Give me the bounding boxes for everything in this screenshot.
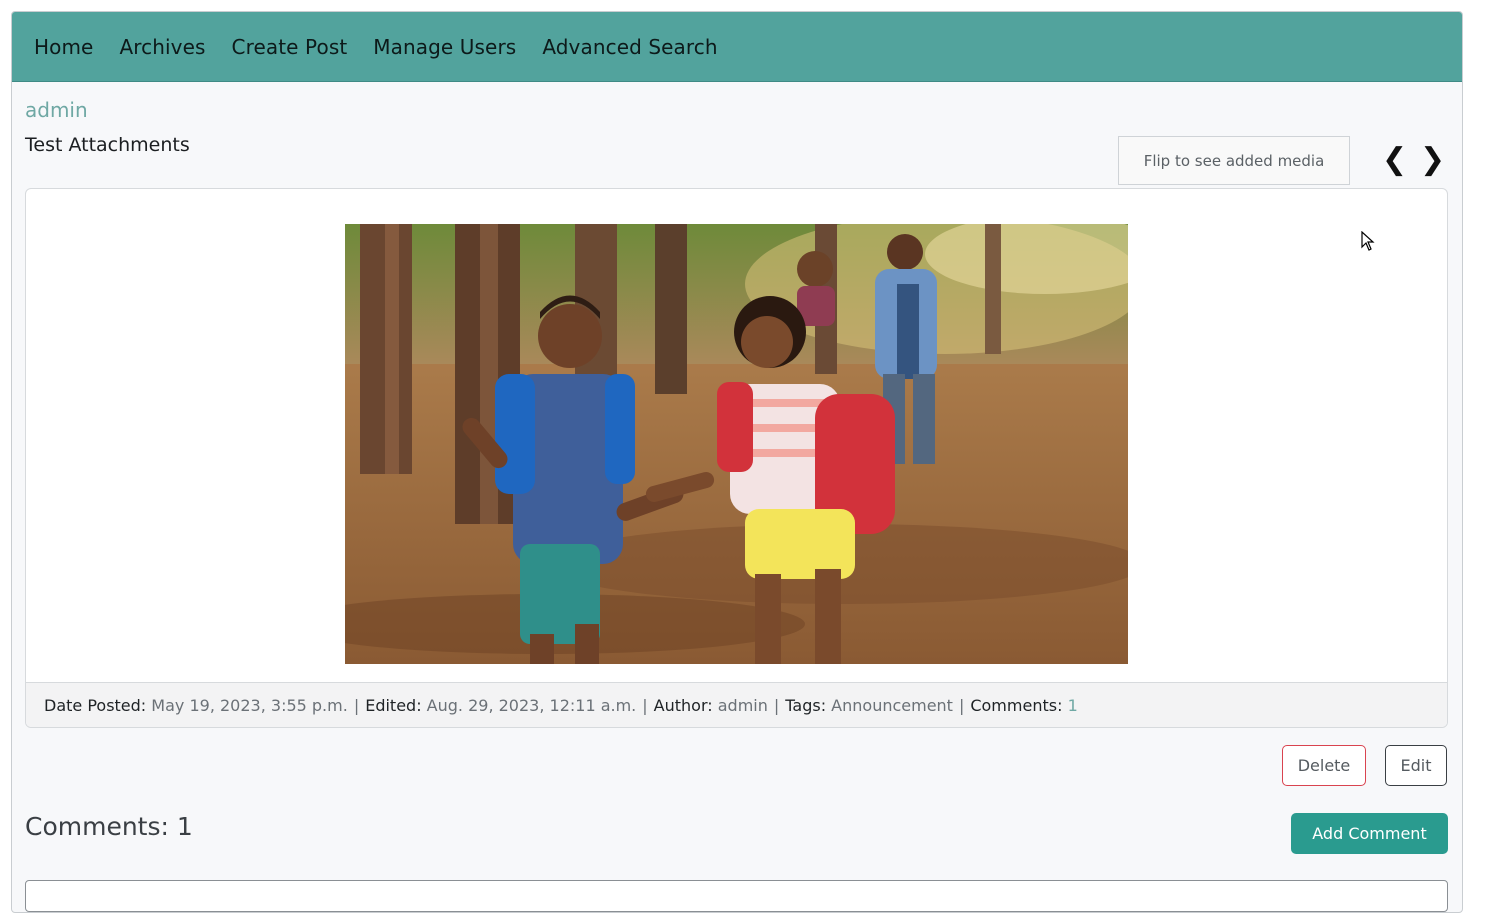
add-comment-button[interactable]: Add Comment (1291, 813, 1448, 854)
meta-author-link[interactable]: admin (718, 696, 768, 715)
edit-button[interactable]: Edit (1385, 745, 1447, 786)
comments-heading: Comments: 1 (25, 812, 193, 841)
nav-advanced-search[interactable]: Advanced Search (542, 35, 717, 59)
edited-value: Aug. 29, 2023, 12:11 a.m. (426, 695, 637, 715)
edited-label: Edited: (365, 695, 422, 715)
post-card: Date Posted: May 19, 2023, 3:55 p.m. | E… (25, 188, 1448, 728)
mouse-cursor-icon (1361, 230, 1375, 255)
date-posted-value: May 19, 2023, 3:55 p.m. (151, 695, 348, 715)
comments-count: 1 (1067, 695, 1078, 715)
chevron-right-icon[interactable]: ❯ (1420, 142, 1445, 178)
meta-separator: | (642, 695, 648, 715)
author-label: Author: (653, 695, 713, 715)
comments-label: Comments: (970, 695, 1063, 715)
tag-link-announcement[interactable]: Announcement (831, 696, 953, 715)
nav-manage-users[interactable]: Manage Users (373, 35, 516, 59)
top-navbar: Home Archives Create Post Manage Users A… (12, 12, 1462, 82)
meta-separator: | (773, 695, 780, 715)
nav-home[interactable]: Home (34, 35, 93, 59)
post-media-photo (345, 224, 1128, 664)
nav-create-post[interactable]: Create Post (232, 35, 348, 59)
delete-button[interactable]: Delete (1282, 745, 1366, 786)
date-posted-label: Date Posted: (44, 695, 147, 715)
tags-label: Tags: (785, 695, 827, 715)
meta-separator: | (353, 695, 360, 715)
post-title: Test Attachments (25, 134, 190, 156)
meta-separator: | (958, 695, 965, 715)
post-author-link[interactable]: admin (25, 98, 88, 122)
post-meta-bar: Date Posted: May 19, 2023, 3:55 p.m. | E… (26, 682, 1447, 727)
flip-media-button[interactable]: Flip to see added media (1118, 136, 1350, 185)
app-frame: Home Archives Create Post Manage Users A… (11, 11, 1463, 913)
chevron-left-icon[interactable]: ❮ (1382, 142, 1407, 178)
nav-archives[interactable]: Archives (119, 35, 205, 59)
